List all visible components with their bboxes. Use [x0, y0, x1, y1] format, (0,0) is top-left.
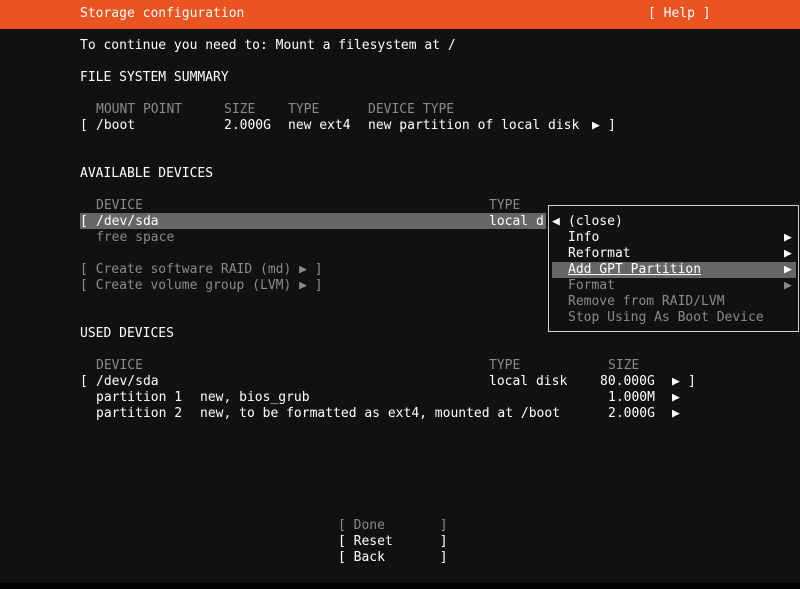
fs-col-type: TYPE	[288, 102, 320, 117]
free-space-item: free space	[96, 230, 175, 245]
fs-col-mount-point: MOUNT POINT	[96, 102, 183, 117]
help-button[interactable]: [ Help ]	[648, 6, 711, 22]
instruction-text: To continue you need to: Mount a filesys…	[80, 38, 456, 53]
partition-desc: new, to be formatted as ext4, mounted at…	[200, 406, 561, 421]
menu-item-format: Format	[568, 278, 615, 293]
fs-row-type: new ext4	[288, 118, 351, 133]
fs-row-arrow-icon[interactable]: ▶	[592, 118, 600, 134]
fs-row-size: 2.000G	[224, 118, 271, 133]
used-devices-heading: USED DEVICES	[80, 326, 174, 341]
page-title: Storage configuration	[80, 6, 245, 21]
partition-desc: new, bios_grub	[200, 390, 310, 405]
fs-col-size: SIZE	[224, 102, 256, 117]
partition-size: 1.000M	[608, 390, 655, 405]
used-col-type: TYPE	[489, 358, 521, 373]
create-lvm-button[interactable]: [ Create volume group (LVM) ▶ ]	[80, 278, 323, 294]
used-disk-device: /dev/sda	[96, 374, 159, 389]
menu-add-gpt-arrow-icon: ▶	[784, 262, 792, 277]
reset-button[interactable]: [ Reset ]	[338, 534, 448, 550]
fs-col-device-type: DEVICE TYPE	[368, 102, 455, 117]
avail-device-type: local d	[489, 214, 544, 229]
fs-summary-heading: FILE SYSTEM SUMMARY	[80, 70, 229, 85]
available-devices-heading: AVAILABLE DEVICES	[80, 166, 214, 181]
menu-info-arrow-icon: ▶	[784, 230, 792, 245]
row-open-bracket: [	[80, 214, 88, 229]
create-raid-button[interactable]: [ Create software RAID (md) ▶ ]	[80, 262, 323, 278]
fs-row-device-type: new partition of local disk	[368, 118, 580, 133]
menu-item-close[interactable]: (close)	[568, 214, 623, 230]
menu-close-arrow-icon[interactable]: ◀	[552, 214, 560, 230]
avail-col-type: TYPE	[489, 198, 521, 213]
used-disk-arrow-icon[interactable]: ▶	[672, 374, 680, 390]
used-col-size: SIZE	[608, 358, 640, 373]
menu-item-stop-boot-device: Stop Using As Boot Device	[568, 310, 764, 325]
partition-arrow-icon[interactable]: ▶	[672, 390, 680, 406]
back-button[interactable]: [ Back ]	[338, 550, 448, 566]
menu-item-add-gpt-partition[interactable]: Add GPT Partition	[568, 262, 701, 278]
avail-device-name: /dev/sda	[96, 214, 159, 229]
done-button[interactable]: [ Done ]	[338, 518, 448, 534]
used-disk-size: 80.000G	[600, 374, 655, 389]
row-close-bracket: ]	[608, 118, 616, 133]
used-col-device: DEVICE	[96, 358, 143, 373]
menu-item-remove-raid-lvm: Remove from RAID/LVM	[568, 294, 725, 309]
menu-reformat-arrow-icon: ▶	[784, 246, 792, 261]
partition-size: 2.000G	[608, 406, 655, 421]
used-disk-type: local disk	[489, 374, 568, 389]
partition-name: partition 1	[96, 390, 183, 405]
row-close-bracket: ]	[688, 374, 696, 389]
fs-row-mount: /boot	[96, 118, 136, 133]
avail-col-device: DEVICE	[96, 198, 143, 213]
menu-item-reformat[interactable]: Reformat	[568, 246, 631, 262]
menu-format-arrow-icon: ▶	[784, 278, 792, 293]
partition-name: partition 2	[96, 406, 183, 421]
row-open-bracket: [	[80, 374, 88, 389]
menu-item-info[interactable]: Info	[568, 230, 599, 246]
partition-arrow-icon[interactable]: ▶	[672, 406, 680, 422]
row-open-bracket: [	[80, 118, 88, 133]
bottom-bar	[0, 583, 800, 589]
